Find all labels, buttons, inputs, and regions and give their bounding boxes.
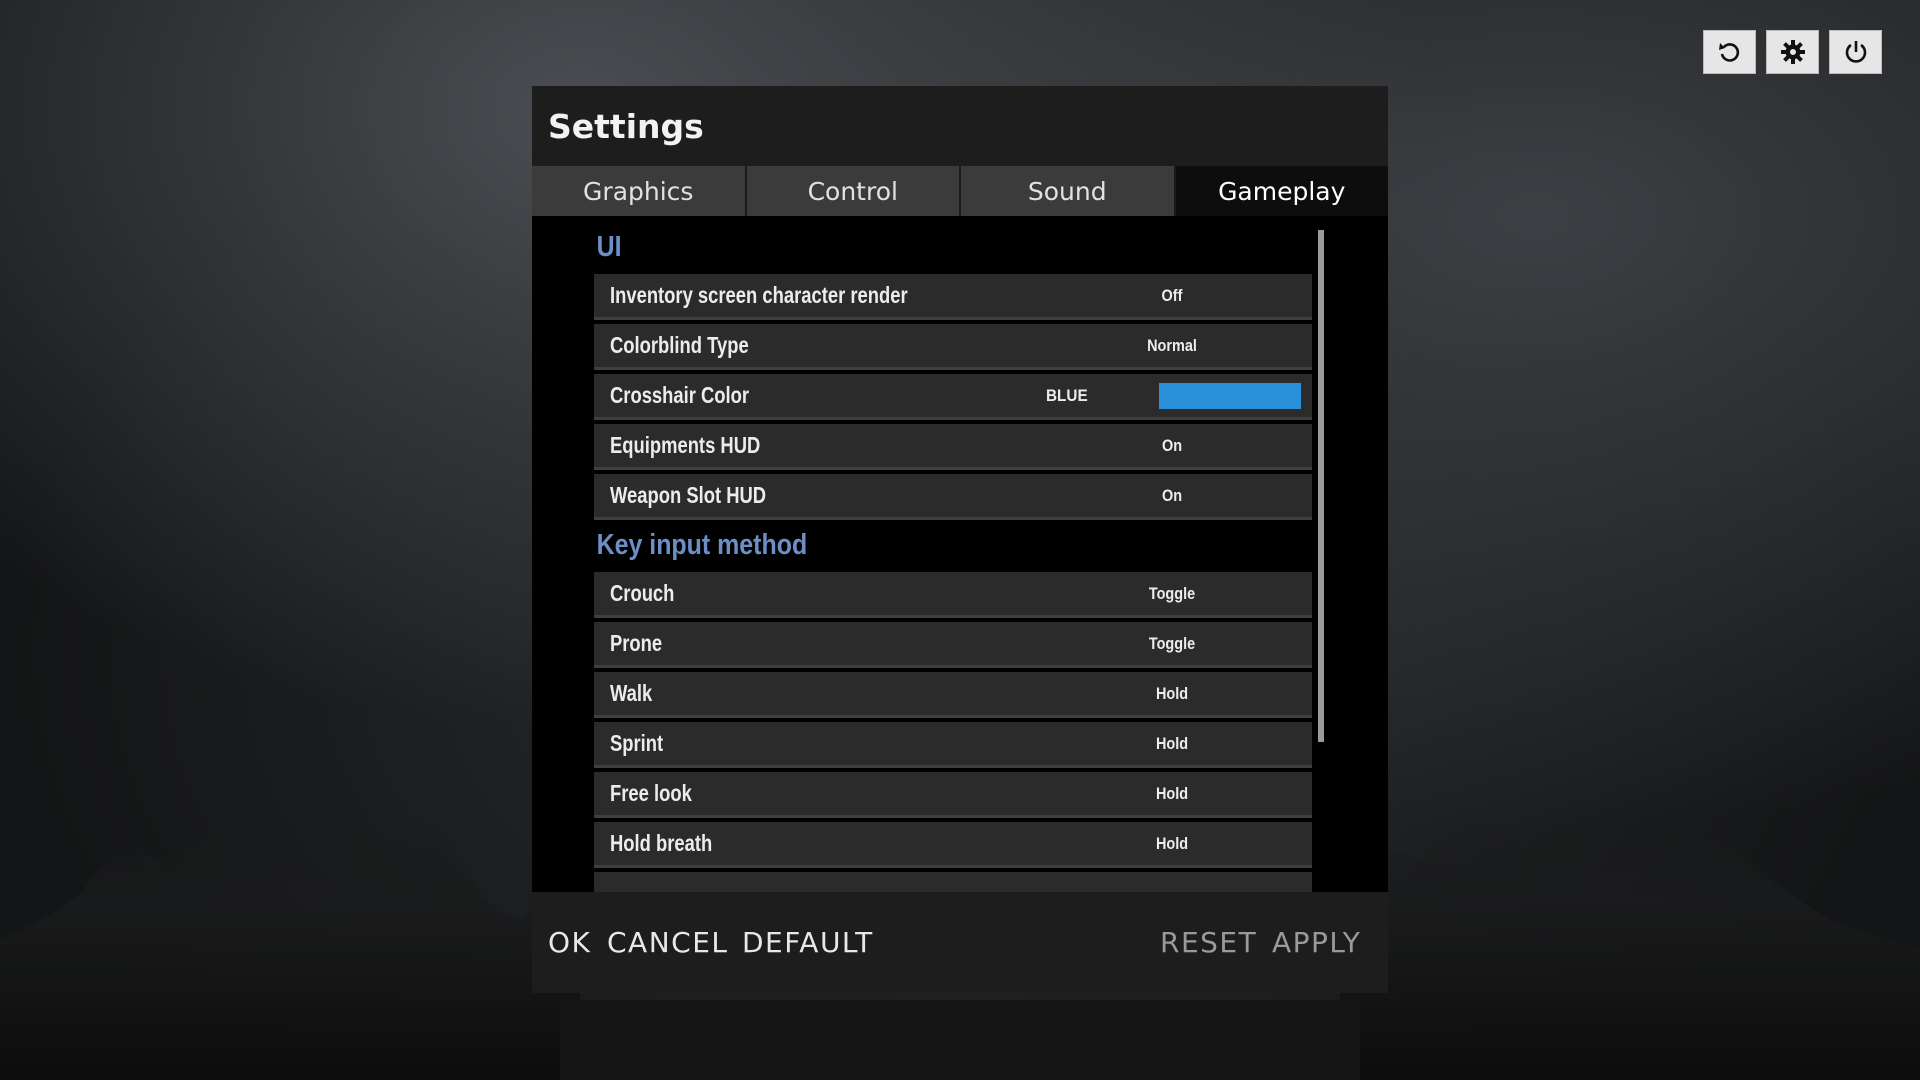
power-button[interactable] — [1829, 30, 1882, 74]
setting-row-free-look[interactable]: Free look Hold — [594, 772, 1312, 818]
setting-row-walk[interactable]: Walk Hold — [594, 672, 1312, 718]
setting-row-inventory-render[interactable]: Inventory screen character render Off — [594, 274, 1312, 320]
setting-label: Colorblind Type — [610, 332, 749, 358]
setting-value[interactable]: Hold — [1108, 784, 1236, 804]
setting-value[interactable]: On — [1108, 486, 1236, 506]
setting-label: Sprint — [610, 730, 664, 756]
cancel-button[interactable]: CANCEL — [607, 892, 729, 993]
setting-label: Crosshair Color — [610, 382, 750, 408]
apply-button[interactable]: APPLY — [1272, 892, 1361, 993]
setting-label: Prone — [610, 630, 663, 656]
refresh-button[interactable] — [1703, 30, 1756, 74]
setting-row-partial[interactable] — [594, 872, 1312, 892]
setting-row-weapon-slot-hud[interactable]: Weapon Slot HUD On — [594, 474, 1312, 520]
ok-button[interactable]: OK — [548, 892, 591, 993]
tab-control[interactable]: Control — [746, 166, 961, 216]
setting-value[interactable]: Hold — [1108, 834, 1236, 854]
setting-row-equipments-hud[interactable]: Equipments HUD On — [594, 424, 1312, 470]
setting-row-crouch[interactable]: Crouch Toggle — [594, 572, 1312, 618]
setting-row-colorblind-type[interactable]: Colorblind Type Normal — [594, 324, 1312, 370]
setting-label: Crouch — [610, 580, 675, 606]
power-icon — [1845, 41, 1866, 63]
setting-value[interactable]: Toggle — [1108, 634, 1236, 654]
setting-value[interactable]: Hold — [1108, 684, 1236, 704]
refresh-icon — [1718, 43, 1739, 62]
setting-label: Inventory screen character render — [610, 282, 908, 308]
settings-list: UI Inventory screen character render Off… — [594, 226, 1312, 892]
setting-row-crosshair-color[interactable]: Crosshair Color BLUE — [594, 374, 1312, 420]
setting-label: Weapon Slot HUD — [610, 482, 767, 508]
section-title-key-input: Key input method — [596, 528, 808, 561]
reset-button[interactable]: RESET — [1160, 892, 1257, 993]
setting-value[interactable]: Off — [1108, 286, 1236, 306]
dialog-title: Settings — [548, 106, 704, 146]
setting-row-hold-breath[interactable]: Hold breath Hold — [594, 822, 1312, 868]
system-toolbar — [1703, 30, 1882, 74]
dialog-footer: OK CANCEL DEFAULT RESET APPLY — [532, 892, 1388, 993]
settings-dialog: Settings Graphics Control Sound Gameplay… — [532, 86, 1388, 993]
settings-scrollbar[interactable] — [1318, 230, 1324, 742]
section-title-ui: UI — [596, 230, 622, 263]
tab-sound[interactable]: Sound — [961, 166, 1176, 216]
crosshair-color-name: BLUE — [1046, 385, 1088, 405]
tab-gameplay[interactable]: Gameplay — [1175, 166, 1388, 216]
setting-row-sprint[interactable]: Sprint Hold — [594, 722, 1312, 768]
gear-icon — [1780, 40, 1805, 64]
settings-content: UI Inventory screen character render Off… — [532, 216, 1388, 892]
setting-label: Hold breath — [610, 830, 713, 856]
tab-graphics[interactable]: Graphics — [532, 166, 747, 216]
setting-row-prone[interactable]: Prone Toggle — [594, 622, 1312, 668]
settings-tabs: Graphics Control Sound Gameplay — [532, 166, 1388, 216]
setting-label: Equipments HUD — [610, 432, 761, 458]
crosshair-color-swatch[interactable] — [1159, 382, 1301, 409]
setting-value[interactable]: Toggle — [1108, 584, 1236, 604]
setting-value[interactable]: Hold — [1108, 734, 1236, 754]
default-button[interactable]: DEFAULT — [742, 892, 874, 993]
settings-button[interactable] — [1766, 30, 1819, 74]
setting-label: Walk — [610, 680, 653, 706]
setting-label: Free look — [610, 780, 692, 806]
setting-value[interactable]: Normal — [1108, 336, 1236, 356]
setting-value[interactable]: On — [1108, 436, 1236, 456]
dialog-header: Settings — [532, 86, 1388, 166]
